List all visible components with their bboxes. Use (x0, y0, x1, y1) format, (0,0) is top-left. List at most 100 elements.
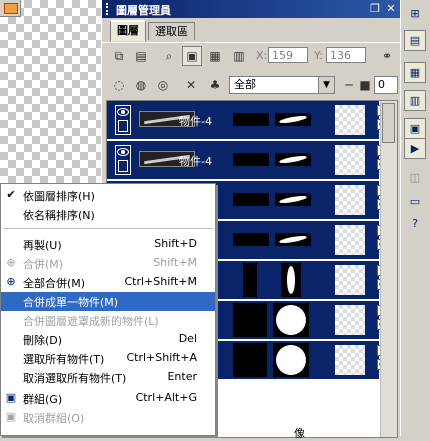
layer-list-scrollbar[interactable] (380, 101, 397, 437)
object-thumbnail-2 (275, 153, 311, 166)
object-thumbnail (233, 113, 269, 126)
menu-item-label: 取消選取所有物件(T) (23, 372, 127, 385)
dock-tool-icon-3[interactable]: ▦ (404, 62, 426, 83)
mask-thumbnail (335, 225, 365, 255)
filter-select[interactable]: 全部 ▼ (229, 76, 335, 94)
x-field[interactable]: 159 (268, 47, 308, 63)
list-view-icon[interactable]: ▦ (206, 47, 224, 65)
menu-item-label: 合併成單一物件(M) (23, 296, 119, 309)
mask-thumbnail (335, 145, 365, 175)
menu-item-shortcut: Del (178, 332, 197, 345)
mask-thumbnail (335, 105, 365, 135)
menu-item-group[interactable]: ▣ 群組(G) Ctrl+Alt+G (1, 389, 215, 408)
object-thumbnail (233, 233, 269, 246)
menu-item-combine-single-object[interactable]: 合併成單一物件(M) (1, 292, 215, 311)
close-icon[interactable]: ✕ (384, 2, 398, 15)
dock-play-icon[interactable]: ▶ (404, 138, 426, 159)
menu-item-select-all[interactable]: 選取所有物件(T) Ctrl+Shift+A (1, 349, 215, 368)
menu-item-deselect-all[interactable]: 取消選取所有物件(T) Enter (1, 368, 215, 387)
layer-row[interactable]: 物件-4 ✕ ⚯ (107, 141, 388, 181)
filter-select-value: 全部 (234, 78, 256, 91)
menu-item-shortcut: Shift+D (154, 237, 197, 250)
object-thumbnail-2 (273, 343, 309, 377)
zoom-icon[interactable]: ⌕ (160, 47, 178, 65)
menu-item-label: 依名稱排序(N) (23, 209, 95, 222)
eye-icon (117, 148, 129, 156)
group-icon: ▣ (5, 391, 17, 404)
menu-item-combine-mask-new-object[interactable]: 合併圖層遮罩成新的物件(L) (1, 311, 215, 330)
tab-layers[interactable]: 圖層 (110, 20, 146, 41)
object-thumbnail-2 (275, 193, 311, 206)
mask-remove-icon[interactable]: ◍ (132, 76, 150, 94)
menu-item-label: 合併圖層遮罩成新的物件(L) (23, 315, 159, 328)
menu-item-label: 取消群組(O) (23, 412, 85, 425)
thumbnail-view-icon[interactable]: ▣ (182, 46, 202, 66)
canvas-corner-icon (0, 0, 21, 17)
box-icon (118, 160, 128, 172)
object-thumbnail (243, 263, 257, 297)
panel-tabs: 圖層 選取區 (102, 18, 400, 41)
menu-item-label: 群組(G) (23, 393, 63, 406)
filter-icon[interactable]: ♣ (206, 76, 224, 94)
mask-view-icon[interactable]: ◎ (154, 76, 172, 94)
tab-selection[interactable]: 選取區 (148, 22, 195, 40)
object-thumbnail (233, 153, 269, 166)
dock-tool-icon-5[interactable]: ▣ (404, 118, 426, 139)
box-icon (118, 120, 128, 132)
object-thumbnail-2 (275, 113, 311, 126)
mask-thumbnail (335, 185, 365, 215)
context-menu: ✔ 依圖層排序(H) 依名稱排序(N) 再製(U) Shift+D ⊕ 合併(M… (0, 183, 216, 436)
bottom-text: 像 (294, 427, 305, 440)
menu-item-sort-by-layer[interactable]: ✔ 依圖層排序(H) (1, 186, 215, 205)
menu-item-label: 全部合併(M) (23, 277, 86, 290)
visibility-toggle[interactable] (115, 145, 131, 175)
object-thumbnail (233, 303, 267, 337)
scrollbar-thumb[interactable] (382, 103, 395, 143)
mask-add-icon[interactable]: ◌ (110, 76, 128, 94)
new-layer-icon[interactable]: ⧉ (110, 47, 128, 65)
dock-tool-icon-7[interactable]: ▭ (404, 192, 426, 213)
menu-item-sort-by-name[interactable]: 依名稱排序(N) (1, 205, 215, 224)
ungroup-icon: ▣ (5, 410, 17, 423)
help-icon[interactable]: ? (404, 214, 426, 235)
layer-toolbar-top: ⧉ ▤ ⌕ ▣ ▦ ▥ X: 159 Y: 136 ⚭ (102, 42, 400, 71)
object-thumbnail (233, 193, 269, 206)
menu-item-label: 依圖層排序(H) (23, 190, 95, 203)
menu-item-shortcut: Ctrl+Alt+G (135, 391, 197, 404)
duplicate-icon[interactable]: ▤ (132, 47, 150, 65)
menu-item-label: 合併(M) (23, 258, 64, 271)
menu-item-delete[interactable]: 刪除(D) Del (1, 330, 215, 349)
menu-item-ungroup[interactable]: ▣ 取消群組(O) (1, 408, 215, 427)
object-thumbnail-2 (281, 263, 301, 297)
merge-icon: ⊕ (6, 256, 16, 269)
visibility-toggle[interactable] (115, 105, 131, 135)
object-thumbnail (233, 343, 267, 377)
menu-item-merge-all[interactable]: ⊕ 全部合併(M) Ctrl+Shift+M (1, 273, 215, 292)
right-dock: ⊞ ▤ ▦ ▥ ▣ ▶ ◫ ▭ ? (400, 0, 430, 436)
menu-item-label: 選取所有物件(T) (23, 353, 105, 366)
dock-tool-icon-4[interactable]: ▥ (404, 90, 426, 111)
layer-toolbar-bottom: ◌ ◍ ◎ ✕ ♣ 全部 ▼ ─ ■ 0 (102, 72, 400, 98)
chevron-down-icon[interactable]: ▼ (318, 77, 334, 93)
menu-item-shortcut: Ctrl+Shift+A (126, 351, 197, 364)
menu-item-merge[interactable]: ⊕ 合併(M) Shift+M (1, 254, 215, 273)
number-field[interactable]: 0 (374, 76, 398, 94)
dock-tool-icon-2[interactable]: ▤ (404, 30, 426, 51)
restore-icon[interactable]: ❐ (368, 2, 382, 15)
dock-tool-icon-6[interactable]: ◫ (404, 168, 426, 189)
color-swatch-icon[interactable]: ■ (356, 76, 374, 94)
y-field[interactable]: 136 (326, 47, 366, 63)
menu-item-duplicate[interactable]: 再製(U) Shift+D (1, 235, 215, 254)
x-label: X: (256, 49, 268, 62)
grip-icon[interactable] (106, 3, 114, 15)
panel-titlebar[interactable]: 圖層管理員 ❐ ✕ (102, 0, 400, 18)
mask-thumbnail (335, 265, 365, 295)
object-thumbnail-2 (273, 303, 309, 337)
lock-view-icon[interactable]: ▥ (230, 47, 248, 65)
dock-tool-icon-1[interactable]: ⊞ (404, 4, 426, 25)
delete-icon[interactable]: ✕ (182, 76, 200, 94)
eye-icon (117, 108, 129, 116)
menu-item-shortcut: Shift+M (153, 256, 197, 269)
layer-row[interactable]: 物件-4 ✕ ⚯ (107, 101, 388, 141)
link-icon[interactable]: ⚭ (378, 47, 396, 65)
